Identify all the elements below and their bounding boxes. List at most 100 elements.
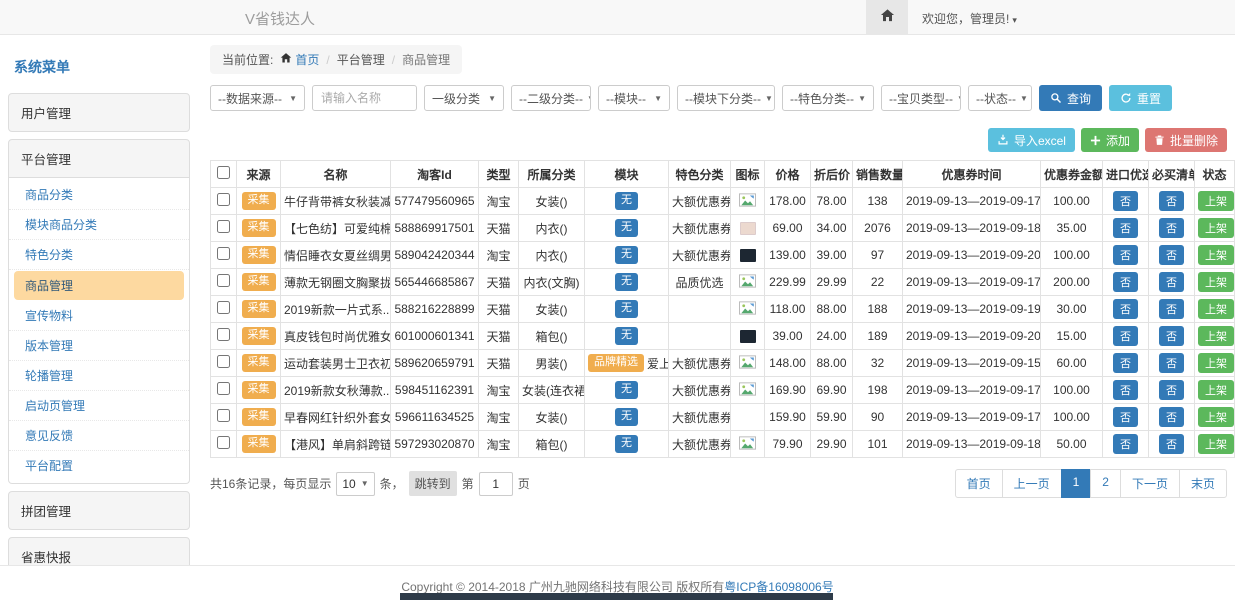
status-toggle[interactable]: 上架: [1198, 407, 1234, 427]
sidebar-item-10[interactable]: 意见反馈: [9, 421, 189, 451]
pager-item-上一页[interactable]: 上一页: [1002, 469, 1062, 498]
sidebar-group-1[interactable]: 平台管理: [8, 139, 190, 178]
coupon-amount-cell: 100.00: [1041, 377, 1103, 404]
breadcrumb-home-link[interactable]: 首页: [280, 51, 319, 68]
module-cell: 无: [585, 269, 669, 296]
row-checkbox[interactable]: [217, 193, 230, 206]
import-choice-toggle[interactable]: 否: [1113, 191, 1138, 211]
per-page-select[interactable]: 10 ▼: [336, 472, 374, 496]
sidebar-item-3[interactable]: 模块商品分类: [9, 210, 189, 240]
records-summary: 共16条记录，每页显示: [210, 475, 331, 492]
must-buy-toggle[interactable]: 否: [1159, 434, 1184, 454]
filter-select-5[interactable]: --模块下分类--▼: [677, 85, 775, 111]
user-menu[interactable]: 欢迎您，管理员!▾: [922, 10, 1017, 27]
filter-select-6[interactable]: --特色分类--▼: [782, 85, 874, 111]
row-checkbox[interactable]: [217, 220, 230, 233]
pager-item-下一页[interactable]: 下一页: [1120, 469, 1180, 498]
row-checkbox[interactable]: [217, 409, 230, 422]
filter-select-7[interactable]: --宝贝类型--▼: [881, 85, 961, 111]
icp-link[interactable]: 粤ICP备16098006号: [724, 580, 833, 594]
source-badge: 采集: [242, 408, 276, 426]
status-toggle[interactable]: 上架: [1198, 299, 1234, 319]
must-buy-toggle[interactable]: 否: [1159, 218, 1184, 238]
reset-button[interactable]: 重置: [1109, 85, 1172, 111]
sidebar-menu: 用户管理平台管理商品分类模块商品分类特色分类商品管理宣传物料版本管理轮播管理启动…: [8, 93, 190, 565]
price-cell: 169.90: [765, 377, 811, 404]
module-content: 无: [615, 246, 638, 264]
import-choice-toggle[interactable]: 否: [1113, 245, 1138, 265]
add-button[interactable]: 添加: [1081, 128, 1139, 152]
pager-item-末页[interactable]: 末页: [1179, 469, 1227, 498]
row-checkbox[interactable]: [217, 355, 230, 368]
row-checkbox[interactable]: [217, 436, 230, 449]
status-toggle[interactable]: 上架: [1198, 380, 1234, 400]
import-choice-toggle[interactable]: 否: [1113, 272, 1138, 292]
page-number-input[interactable]: [479, 472, 513, 496]
import-choice-toggle[interactable]: 否: [1113, 434, 1138, 454]
must-buy-toggle[interactable]: 否: [1159, 245, 1184, 265]
sidebar-item-6[interactable]: 宣传物料: [9, 301, 189, 331]
sidebar-item-5[interactable]: 商品管理: [14, 271, 184, 300]
status-toggle[interactable]: 上架: [1198, 245, 1234, 265]
coupon-time-cell: 2019-09-13—2019-09-20: [903, 242, 1041, 269]
import-choice-toggle[interactable]: 否: [1113, 299, 1138, 319]
must-buy-toggle[interactable]: 否: [1159, 326, 1184, 346]
filter-select-4[interactable]: --模块--▼: [598, 85, 670, 111]
status-toggle[interactable]: 上架: [1198, 191, 1234, 211]
row-checkbox[interactable]: [217, 382, 230, 395]
batch-delete-button[interactable]: 批量删除: [1145, 128, 1227, 152]
sidebar-group-0[interactable]: 用户管理: [8, 93, 190, 132]
sidebar-submenu: 商品分类模块商品分类特色分类商品管理宣传物料版本管理轮播管理启动页管理意见反馈平…: [8, 178, 190, 484]
must-buy-toggle[interactable]: 否: [1159, 272, 1184, 292]
sidebar-group-13[interactable]: 省惠快报: [8, 537, 190, 565]
sidebar-item-7[interactable]: 版本管理: [9, 331, 189, 361]
sidebar-item-9[interactable]: 启动页管理: [9, 391, 189, 421]
select-all-checkbox[interactable]: [217, 166, 230, 179]
pager-item-首页[interactable]: 首页: [955, 469, 1003, 498]
must-buy-toggle[interactable]: 否: [1159, 380, 1184, 400]
filter-select-3[interactable]: --二级分类--▼: [511, 85, 591, 111]
status-toggle[interactable]: 上架: [1198, 218, 1234, 238]
row-checkbox[interactable]: [217, 274, 230, 287]
category-cell: 女装(): [519, 404, 585, 431]
row-select-cell: [211, 188, 237, 215]
must-buy-toggle[interactable]: 否: [1159, 353, 1184, 373]
import-choice-toggle[interactable]: 否: [1113, 353, 1138, 373]
status-toggle[interactable]: 上架: [1198, 326, 1234, 346]
status-cell: 上架: [1195, 431, 1235, 458]
filter-select-0[interactable]: --数据来源--▼: [210, 85, 305, 111]
status-toggle[interactable]: 上架: [1198, 272, 1234, 292]
home-button[interactable]: [866, 0, 908, 34]
chevron-down-icon: ▼: [858, 94, 866, 103]
import-choice-toggle[interactable]: 否: [1113, 407, 1138, 427]
status-toggle[interactable]: 上架: [1198, 434, 1234, 454]
name-search-input[interactable]: [312, 85, 417, 111]
row-checkbox[interactable]: [217, 328, 230, 341]
pager-item-1[interactable]: 1: [1061, 469, 1092, 498]
must-buy-toggle[interactable]: 否: [1159, 191, 1184, 211]
feature-cell: 大额优惠券: [669, 350, 731, 377]
filter-select-8[interactable]: --状态--▼: [968, 85, 1032, 111]
pager-item-2[interactable]: 2: [1090, 469, 1121, 498]
module-cell: 无: [585, 242, 669, 269]
must-buy-toggle[interactable]: 否: [1159, 299, 1184, 319]
sidebar-item-11[interactable]: 平台配置: [9, 451, 189, 480]
taoke-id-cell: 596611634525: [391, 404, 479, 431]
import-excel-button[interactable]: 导入excel: [988, 128, 1075, 152]
sidebar-group-12[interactable]: 拼团管理: [8, 491, 190, 530]
import-choice-toggle[interactable]: 否: [1113, 218, 1138, 238]
row-checkbox[interactable]: [217, 301, 230, 314]
jump-button[interactable]: 跳转到: [409, 471, 457, 496]
import-choice-toggle[interactable]: 否: [1113, 326, 1138, 346]
sidebar-item-4[interactable]: 特色分类: [9, 240, 189, 270]
import-choice-toggle[interactable]: 否: [1113, 380, 1138, 400]
sidebar-item-2[interactable]: 商品分类: [9, 180, 189, 210]
sidebar-item-8[interactable]: 轮播管理: [9, 361, 189, 391]
filter-select-2[interactable]: 一级分类▼: [424, 85, 504, 111]
row-checkbox[interactable]: [217, 247, 230, 260]
coupon-amount-cell: 60.00: [1041, 350, 1103, 377]
search-button[interactable]: 查询: [1039, 85, 1102, 111]
status-toggle[interactable]: 上架: [1198, 353, 1234, 373]
import-choice-cell: 否: [1103, 188, 1149, 215]
must-buy-toggle[interactable]: 否: [1159, 407, 1184, 427]
